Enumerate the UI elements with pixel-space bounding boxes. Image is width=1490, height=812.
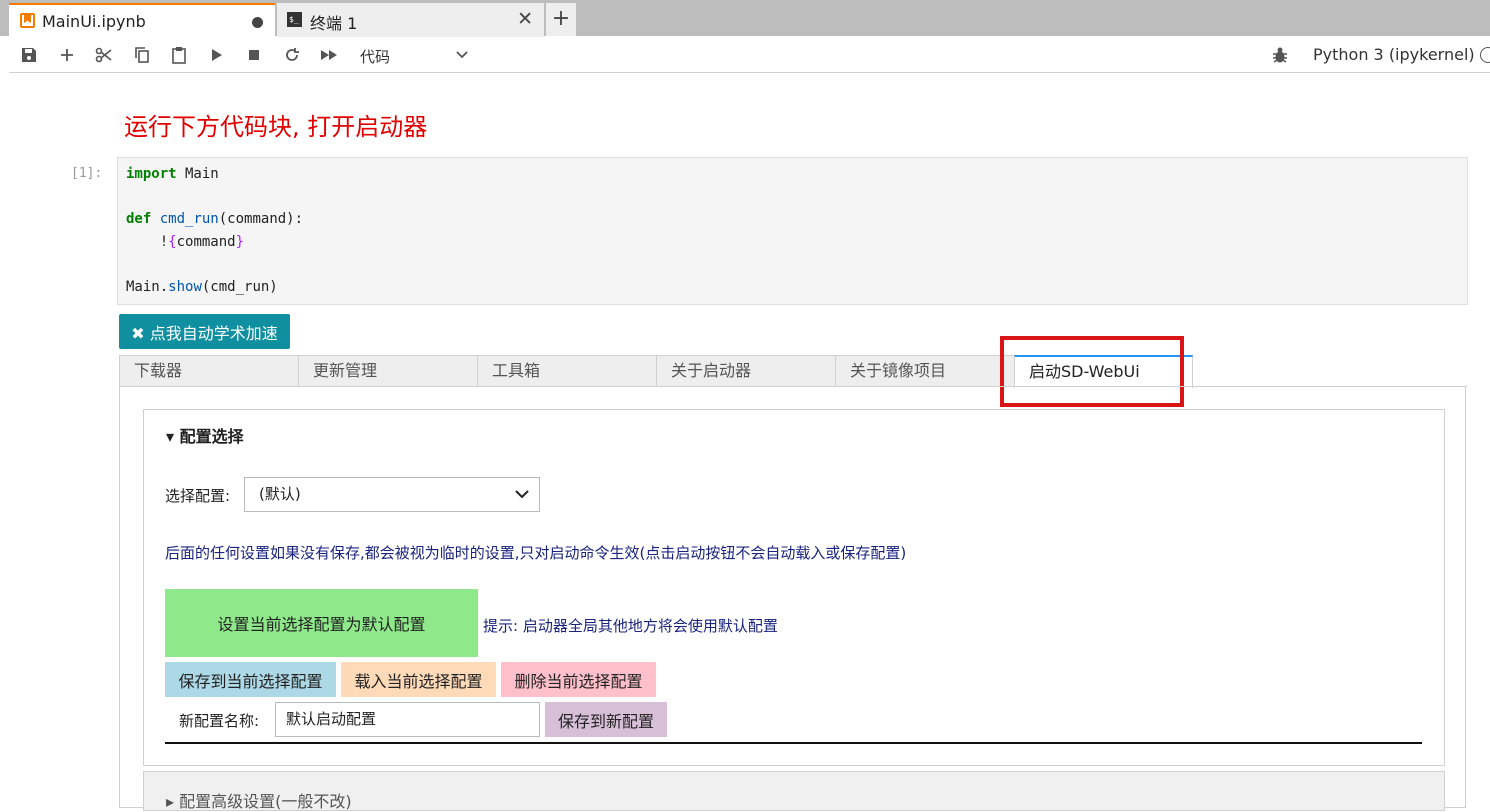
- stop-icon[interactable]: [242, 43, 266, 67]
- code-line: Main.show(cmd_run): [126, 279, 1459, 302]
- code-text: !: [126, 233, 169, 250]
- tab-label: 终端 1: [310, 14, 358, 33]
- terminal-icon: $_: [287, 12, 302, 27]
- code-text: Main: [176, 166, 219, 182]
- cell-type-value: 代码: [360, 48, 391, 66]
- notebook-panel: 运行下方代码块, 打开启动器 [1]: import Main def cmd_…: [9, 74, 1490, 811]
- notebook-toolbar: 代码 Python 3 (ipykernel): [9, 37, 1490, 73]
- save-icon[interactable]: [17, 43, 41, 67]
- cut-icon[interactable]: [92, 43, 116, 67]
- tab-launch-sd-webui[interactable]: 启动SD-WebUi: [1014, 355, 1193, 388]
- code-cell[interactable]: import Main def cmd_run(command): !{comm…: [117, 157, 1468, 305]
- tab-update-manager[interactable]: 更新管理: [298, 355, 478, 387]
- code-text: command: [176, 233, 236, 250]
- code-function: show: [168, 278, 202, 295]
- notebook-icon: [20, 13, 35, 28]
- config-section-toggle[interactable]: ▾ 配置选择: [166, 423, 244, 447]
- tab-toolbox[interactable]: 工具箱: [477, 355, 657, 387]
- document-tab-bar: MainUi.ipynb $_ 终端 1 ✕ +: [0, 0, 1490, 37]
- tab-about-launcher[interactable]: 关于启动器: [656, 355, 836, 387]
- copy-icon[interactable]: [130, 43, 154, 67]
- restart-icon[interactable]: [280, 43, 304, 67]
- paste-icon[interactable]: [167, 43, 191, 67]
- code-brace: }: [235, 233, 245, 250]
- load-config-button[interactable]: 载入当前选择配置: [341, 662, 496, 697]
- advanced-section-toggle[interactable]: ▸ 配置高级设置(一般不改): [166, 788, 352, 812]
- close-icon[interactable]: ✕: [517, 8, 533, 30]
- tab-mainui-notebook[interactable]: MainUi.ipynb: [9, 3, 275, 37]
- code-text: Main.: [126, 278, 169, 295]
- code-text: (command):: [218, 211, 304, 227]
- code-line: import Main: [126, 166, 1459, 189]
- config-select[interactable]: (默认): [244, 477, 540, 512]
- unsaved-dot-icon[interactable]: [252, 17, 263, 28]
- default-config-hint: 提示: 启动器全局其他地方将会使用默认配置: [483, 617, 778, 635]
- code-keyword: import: [126, 166, 177, 182]
- chevron-down-icon: [515, 478, 529, 511]
- code-keyword: def: [126, 211, 152, 227]
- code-line: !{command}: [126, 234, 1459, 257]
- cell-type-select[interactable]: 代码: [360, 46, 470, 66]
- debugger-bug-icon[interactable]: [1272, 46, 1288, 64]
- save-new-config-button[interactable]: 保存到新配置: [545, 702, 667, 737]
- temporary-settings-notice: 后面的任何设置如果没有保存,都会被视为临时的设置,只对启动命令生效(点击启动按钮…: [165, 544, 907, 562]
- code-line: def cmd_run(command):: [126, 211, 1459, 234]
- kernel-status-icon: [1480, 47, 1490, 63]
- new-config-name-input[interactable]: 默认启动配置: [275, 702, 540, 737]
- add-cell-icon[interactable]: [55, 43, 79, 67]
- tab-label: MainUi.ipynb: [42, 12, 146, 31]
- delete-config-button[interactable]: 删除当前选择配置: [501, 662, 656, 697]
- add-tab-button[interactable]: +: [546, 3, 576, 36]
- new-config-name-label: 新配置名称:: [179, 712, 260, 730]
- kernel-name[interactable]: Python 3 (ipykernel): [1313, 45, 1475, 64]
- tab-about-image-project[interactable]: 关于镜像项目: [835, 355, 1015, 387]
- select-config-label: 选择配置:: [165, 487, 231, 505]
- code-function: cmd_run: [159, 211, 219, 227]
- code-text: (cmd_run): [201, 278, 278, 295]
- markdown-heading: 运行下方代码块, 打开启动器: [124, 113, 428, 141]
- academic-accel-button[interactable]: ✖ 点我自动学术加速: [119, 314, 290, 349]
- tab-panel-launch-sd-webui: ▾ 配置选择 选择配置: (默认) 后面的任何设置如果没有保存,都会被视为临时的…: [119, 386, 1467, 811]
- chevron-down-icon: [456, 45, 468, 65]
- config-selection-section: ▾ 配置选择 选择配置: (默认) 后面的任何设置如果没有保存,都会被视为临时的…: [143, 409, 1445, 766]
- section-divider: [165, 742, 1422, 744]
- save-config-button[interactable]: 保存到当前选择配置: [165, 662, 336, 697]
- fast-forward-icon[interactable]: [317, 43, 341, 67]
- run-icon[interactable]: [205, 43, 229, 67]
- widget-tab-bar: 下载器 更新管理 工具箱 关于启动器 关于镜像项目 启动SD-WebUi: [119, 355, 1466, 388]
- advanced-settings-section: ▸ 配置高级设置(一般不改): [143, 771, 1445, 811]
- cell-prompt: [1]:: [71, 166, 103, 181]
- config-select-value: (默认): [259, 485, 301, 503]
- tab-downloader[interactable]: 下载器: [119, 355, 299, 387]
- set-default-config-button[interactable]: 设置当前选择配置为默认配置: [165, 589, 478, 657]
- tab-terminal[interactable]: $_ 终端 1 ✕: [277, 3, 544, 37]
- code-brace: {: [168, 233, 177, 250]
